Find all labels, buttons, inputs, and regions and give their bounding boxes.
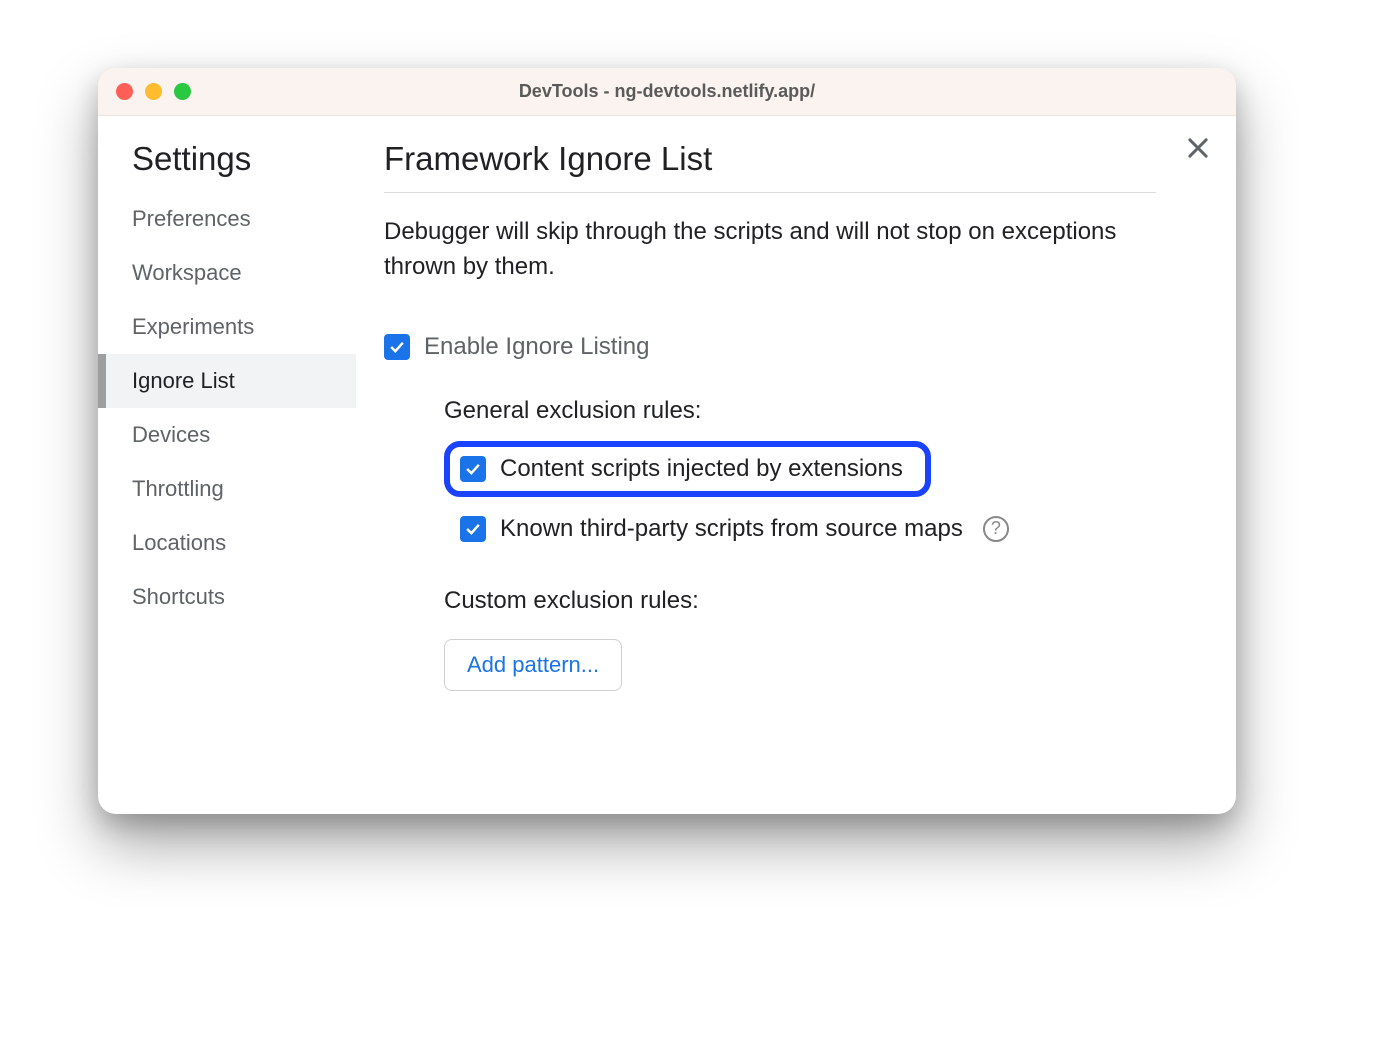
window-title: DevTools - ng-devtools.netlify.app/: [98, 81, 1236, 102]
nav-item-devices[interactable]: Devices: [98, 408, 356, 462]
content-scripts-rule-row[interactable]: Content scripts injected by extensions: [444, 441, 931, 497]
check-icon: [463, 459, 483, 479]
settings-main: Framework Ignore List Debugger will skip…: [356, 116, 1236, 814]
settings-sidebar: Settings Preferences Workspace Experimen…: [98, 116, 356, 814]
check-icon: [387, 337, 407, 357]
settings-body: Settings Preferences Workspace Experimen…: [98, 116, 1236, 814]
content-scripts-label: Content scripts injected by extensions: [500, 455, 903, 483]
third-party-label: Known third-party scripts from source ma…: [500, 515, 963, 543]
window-minimize-button[interactable]: [145, 83, 162, 100]
nav-item-ignore-list[interactable]: Ignore List: [98, 354, 356, 408]
third-party-checkbox[interactable]: [460, 516, 486, 542]
nav-item-workspace[interactable]: Workspace: [98, 246, 356, 300]
nav-item-preferences[interactable]: Preferences: [98, 192, 356, 246]
window-maximize-button[interactable]: [174, 83, 191, 100]
third-party-rule-row[interactable]: Known third-party scripts from source ma…: [444, 511, 1156, 547]
sidebar-title: Settings: [98, 140, 356, 192]
close-settings-button[interactable]: [1184, 134, 1212, 162]
general-rules-block: Content scripts injected by extensions K…: [444, 441, 1156, 547]
nav-item-experiments[interactable]: Experiments: [98, 300, 356, 354]
titlebar: DevTools - ng-devtools.netlify.app/: [98, 68, 1236, 116]
help-icon[interactable]: ?: [983, 516, 1009, 542]
page-description: Debugger will skip through the scripts a…: [384, 215, 1156, 285]
devtools-settings-window: DevTools - ng-devtools.netlify.app/ Sett…: [98, 68, 1236, 814]
content-scripts-checkbox[interactable]: [460, 456, 486, 482]
traffic-lights: [116, 83, 191, 100]
general-rules-heading: General exclusion rules:: [444, 397, 1156, 425]
enable-ignore-listing-row[interactable]: Enable Ignore Listing: [384, 333, 1156, 361]
add-pattern-button[interactable]: Add pattern...: [444, 639, 622, 691]
enable-ignore-listing-checkbox[interactable]: [384, 334, 410, 360]
settings-nav: Preferences Workspace Experiments Ignore…: [98, 192, 356, 624]
enable-ignore-listing-label: Enable Ignore Listing: [424, 333, 650, 361]
window-close-button[interactable]: [116, 83, 133, 100]
page-title: Framework Ignore List: [384, 140, 1156, 193]
nav-item-shortcuts[interactable]: Shortcuts: [98, 570, 356, 624]
nav-item-throttling[interactable]: Throttling: [98, 462, 356, 516]
nav-item-locations[interactable]: Locations: [98, 516, 356, 570]
check-icon: [463, 519, 483, 539]
custom-rules-heading: Custom exclusion rules:: [444, 587, 1156, 615]
